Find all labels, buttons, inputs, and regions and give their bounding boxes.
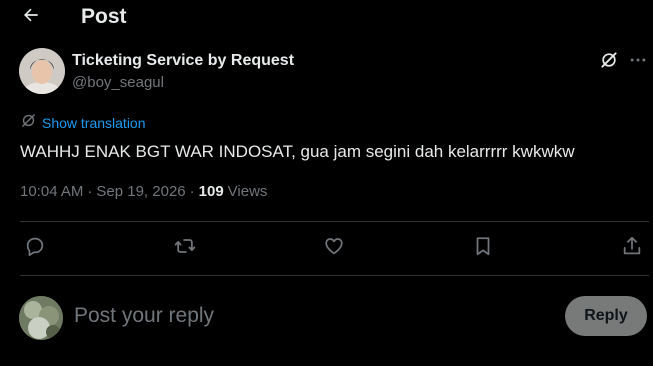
post-text: WAHHJ ENAK BGT WAR INDOSAT, gua jam segi… <box>20 142 575 161</box>
author-name[interactable]: Ticketing Service by Request <box>72 51 294 71</box>
views-label: Views <box>227 183 268 200</box>
reply-icon <box>24 235 46 262</box>
heart-icon <box>323 235 345 262</box>
arrow-left-icon <box>21 5 41 30</box>
more-options-button[interactable] <box>626 50 650 74</box>
bookmark-action-button[interactable] <box>466 231 500 265</box>
bookmark-icon <box>472 235 494 262</box>
divider <box>20 221 649 222</box>
meta-separator: · <box>189 183 195 200</box>
translate-icon <box>20 112 37 134</box>
show-translation-label: Show translation <box>42 115 146 131</box>
share-action-button[interactable] <box>615 231 649 265</box>
post-time[interactable]: 10:04 AM <box>20 182 83 202</box>
grok-icon <box>599 50 619 75</box>
reply-input[interactable] <box>74 299 544 333</box>
repost-action-button[interactable] <box>168 231 202 265</box>
grok-button[interactable] <box>597 50 621 74</box>
like-action-button[interactable] <box>317 231 351 265</box>
reply-button[interactable]: Reply <box>565 296 647 336</box>
post-meta: 10:04 AM · Sep 19, 2026 · 109 Views <box>20 182 267 202</box>
reply-action-button[interactable] <box>18 231 52 265</box>
author-handle[interactable]: @boy_seagul <box>72 73 164 93</box>
views-count: 109 <box>198 183 224 200</box>
current-user-avatar[interactable] <box>19 296 63 340</box>
meta-separator: · <box>87 183 93 200</box>
repost-icon <box>174 235 196 262</box>
share-icon <box>621 235 643 262</box>
back-button[interactable] <box>12 0 50 34</box>
divider <box>20 275 649 276</box>
page-title: Post <box>81 5 127 28</box>
more-horizontal-icon <box>628 50 648 75</box>
author-avatar[interactable] <box>19 48 65 94</box>
post-detail-page: Post Ticketing Service by Request @boy_s… <box>0 0 653 366</box>
post-date[interactable]: Sep 19, 2026 <box>96 182 185 202</box>
show-translation-link[interactable]: Show translation <box>20 113 146 133</box>
